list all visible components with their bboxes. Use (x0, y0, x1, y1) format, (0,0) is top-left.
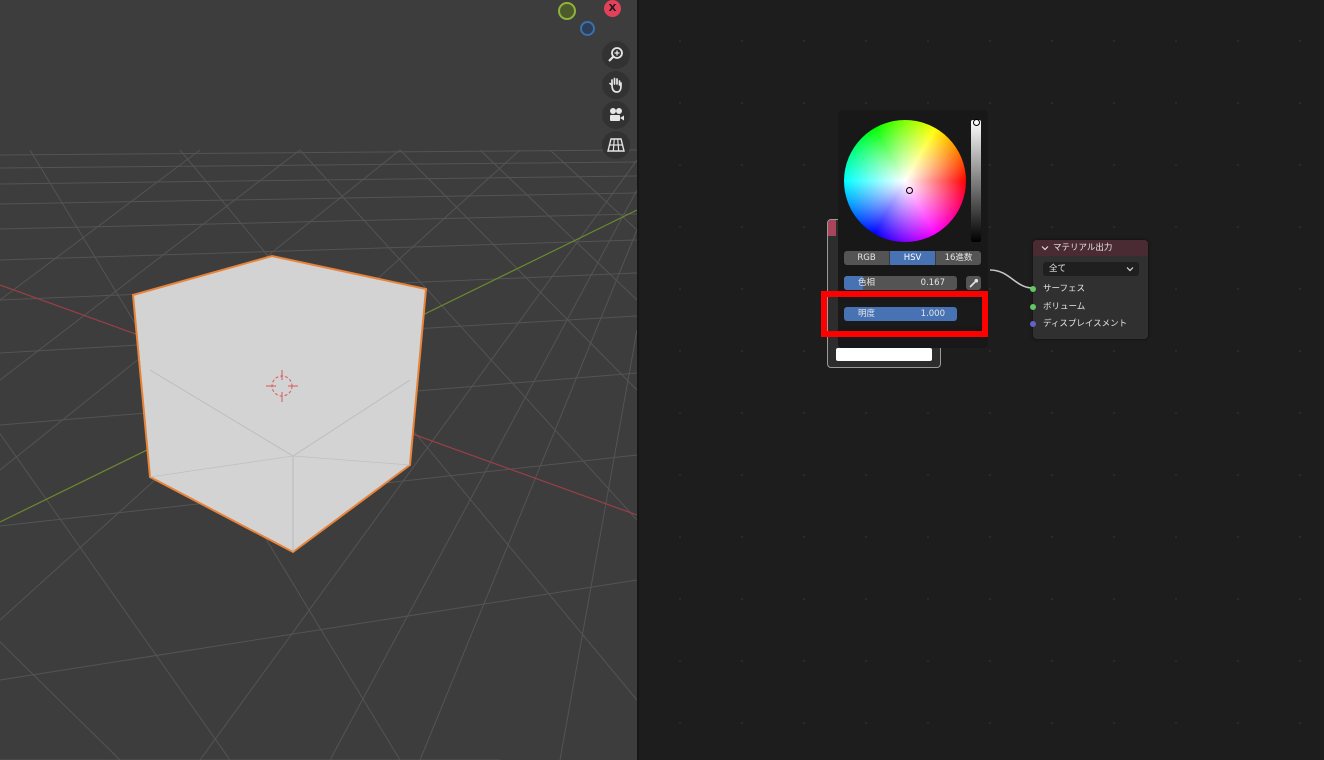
socket-volume[interactable]: ボリューム (1030, 301, 1143, 313)
gizmo-y-axis[interactable] (558, 2, 576, 20)
socket-label: ボリューム (1043, 302, 1086, 312)
socket-displacement[interactable]: ディスプレイスメント (1030, 318, 1143, 330)
chevron-down-icon[interactable] (1041, 244, 1049, 252)
viewport-scene (0, 149, 637, 760)
socket-label: ディスプレイスメント (1043, 319, 1128, 329)
grid-icon (607, 138, 625, 152)
tab-hex[interactable]: 16進数 (936, 251, 981, 265)
socket-surface[interactable]: サーフェス (1030, 283, 1143, 295)
perspective-toggle-button[interactable] (602, 131, 630, 159)
pan-button[interactable] (602, 71, 630, 99)
hue-label: 色相 (858, 278, 876, 288)
target-dropdown[interactable]: 全て (1043, 262, 1139, 276)
zoom-button[interactable] (602, 41, 630, 69)
node-header (828, 220, 836, 236)
camera-view-button[interactable] (602, 101, 630, 129)
node-title: マテリアル出力 (1053, 243, 1113, 253)
material-output-node[interactable]: マテリアル出力 全て サーフェス ボリューム ディスプレイスメント (1030, 240, 1148, 339)
hand-icon (609, 77, 622, 93)
color-swatch[interactable] (836, 348, 932, 361)
chevron-down-icon (1126, 267, 1134, 272)
eyedropper-icon (969, 278, 979, 288)
socket-label: サーフェス (1043, 284, 1085, 294)
tab-rgb[interactable]: RGB (844, 251, 890, 265)
gizmo-x-axis[interactable]: X (604, 0, 621, 17)
tab-hsv[interactable]: HSV (890, 251, 936, 265)
zoom-icon (608, 47, 623, 62)
eyedropper-button[interactable] (966, 276, 981, 290)
node-header[interactable]: マテリアル出力 (1033, 240, 1148, 256)
wheel-cursor[interactable] (906, 187, 913, 194)
socket-dot[interactable] (1030, 304, 1036, 310)
hue-saturation-wheel[interactable] (844, 120, 966, 242)
value-slider[interactable] (971, 120, 981, 242)
gizmo-z-axis[interactable] (580, 21, 595, 36)
hue-field[interactable]: 色相 0.167 (844, 276, 957, 290)
color-mode-tabs: RGB HSV 16進数 (844, 251, 981, 265)
node-link (989, 269, 1034, 289)
highlight-box (821, 291, 988, 337)
value-slider-handle[interactable] (973, 119, 980, 126)
camera-icon (610, 108, 624, 121)
3d-viewport[interactable]: X (0, 0, 637, 760)
target-value: 全て (1049, 264, 1067, 274)
socket-dot[interactable] (1030, 321, 1036, 327)
hue-value: 0.167 (920, 278, 945, 288)
socket-dot[interactable] (1030, 286, 1036, 292)
